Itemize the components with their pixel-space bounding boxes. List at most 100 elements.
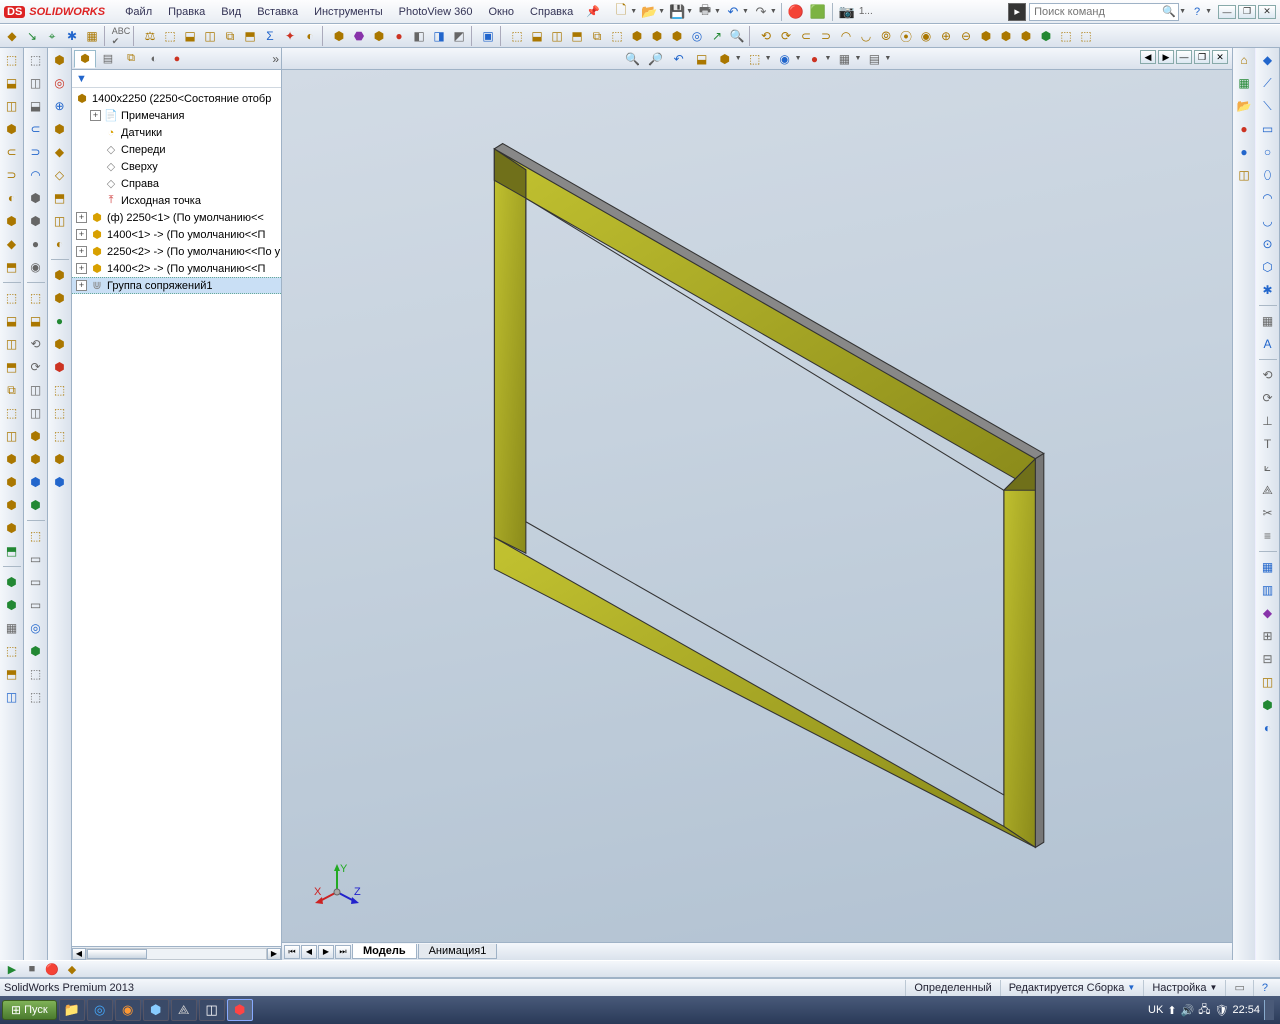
tool-icon[interactable]: ⬚ [161,27,179,45]
vtool-icon[interactable]: ⬡ [1258,257,1278,277]
fm-tab-tree[interactable]: ⬢ [74,50,96,68]
tool-icon[interactable]: ⬓ [181,27,199,45]
tree-row[interactable]: +⬢1400<1> -> (По умолчанию<<П [72,226,281,243]
spell-check-icon[interactable]: ABC✔ [112,27,130,45]
3d-viewport[interactable]: Y X Z [282,70,1232,942]
dropdown-arrow-icon[interactable]: ▼ [825,55,832,62]
vtool-icon[interactable]: ◎ [50,73,70,93]
vtool-icon[interactable]: ▥ [1258,580,1278,600]
dropdown-arrow-icon[interactable]: ▼ [854,55,861,62]
tray-network-icon[interactable]: 🖧 [1198,1001,1210,1020]
tree-row[interactable]: +📄Примечания [72,107,281,124]
vtool-icon[interactable]: ◫ [2,334,22,354]
tool-icon[interactable]: ⊖ [957,27,975,45]
tool-icon[interactable]: ◎ [688,27,706,45]
fm-tab-render[interactable]: ● [166,50,188,68]
vtool-icon[interactable]: ⬚ [50,380,70,400]
vtool-icon[interactable]: ⟲ [26,334,46,354]
vtool-icon[interactable]: ⬓ [2,73,22,93]
tool-icon[interactable]: ⧉ [588,27,606,45]
vtool-icon[interactable]: ⊂ [2,142,22,162]
vtool-icon[interactable]: ⬢ [2,211,22,231]
maximize-button[interactable]: ❐ [1238,5,1256,19]
tool-icon[interactable]: ↘ [23,27,41,45]
vtool-icon[interactable]: ⊥ [1258,411,1278,431]
vtool-icon[interactable]: ⬢ [26,211,46,231]
tray-show-desktop[interactable] [1264,1000,1274,1020]
vtool-icon[interactable]: ⬓ [2,311,22,331]
home-icon[interactable]: ⌂ [1234,50,1254,70]
vtool-icon[interactable]: ⬢ [26,641,46,661]
menu-edit[interactable]: Правка [160,4,213,20]
menu-help[interactable]: Справка [522,4,581,20]
tool-icon[interactable]: ⧉ [221,27,239,45]
vtool-icon[interactable]: ⬢ [2,595,22,615]
tool-icon[interactable]: ◧ [410,27,428,45]
status-unit-icon[interactable]: ▭ [1225,980,1252,996]
vtool-icon[interactable]: ⬢ [2,119,22,139]
vtool-icon[interactable]: ⬢ [50,472,70,492]
vtool-icon[interactable]: ⟲ [1258,365,1278,385]
tree-row[interactable]: +⋓Группа сопряжений1 [72,277,281,294]
vtool-icon[interactable]: ⬒ [2,664,22,684]
vtool-icon[interactable]: ⬚ [2,641,22,661]
fm-tab-property[interactable]: ▤ [97,50,119,68]
vtool-icon[interactable]: ⬚ [50,403,70,423]
doc-maximize-button[interactable]: ❐ [1194,50,1210,64]
vtool-icon[interactable]: ◫ [2,426,22,446]
vtool-icon[interactable]: ⊃ [26,142,46,162]
tool-icon[interactable]: ⦿ [897,27,915,45]
vtool-icon[interactable]: ⬢ [1258,695,1278,715]
vtool-icon[interactable]: ◫ [26,73,46,93]
vtool-icon[interactable]: ◫ [1234,165,1254,185]
menu-view[interactable]: Вид [213,4,249,20]
key-button[interactable]: ◆ [64,962,80,976]
tool-icon[interactable]: ⌖ [43,27,61,45]
tool-icon[interactable]: ✦ [281,27,299,45]
menu-window[interactable]: Окно [480,4,522,20]
vtool-icon[interactable]: ⧉ [2,380,22,400]
vtool-icon[interactable]: ⟳ [26,357,46,377]
expand-icon[interactable]: + [76,229,87,240]
vtool-icon[interactable]: ◫ [26,380,46,400]
tray-clock[interactable]: 22:54 [1232,1004,1260,1016]
minimize-button[interactable]: — [1218,5,1236,19]
zoom-fit-icon[interactable]: 🔍 [623,50,643,68]
tool-icon[interactable]: ◫ [548,27,566,45]
redo-button[interactable]: ↷ [751,2,771,22]
tool-icon[interactable]: ⬢ [370,27,388,45]
vtool-icon[interactable]: ⬢ [26,188,46,208]
tree-row[interactable]: ◔Датчики [72,124,281,141]
vtool-icon[interactable]: ◡ [1258,211,1278,231]
tool-icon[interactable]: 🔍 [728,27,746,45]
vtool-icon[interactable]: ⟍ [1258,96,1278,116]
scene-icon[interactable]: ▦ [834,50,854,68]
rebuild-button[interactable]: 🟩 [808,2,828,22]
vtool-icon[interactable]: ⬢ [26,495,46,515]
status-custom[interactable]: Настройка ▼ [1143,980,1225,996]
dropdown-arrow-icon[interactable]: ▼ [770,8,777,15]
taskbar-app[interactable]: ⬢ [143,999,169,1021]
vtool-icon[interactable]: ◫ [50,211,70,231]
vtool-icon[interactable]: ⊃ [2,165,22,185]
vtool-icon[interactable]: ⬚ [26,50,46,70]
tool-icon[interactable]: ◨ [430,27,448,45]
vtool-icon[interactable]: ⬢ [2,518,22,538]
vtool-icon[interactable]: ▭ [1258,119,1278,139]
vtool-icon[interactable]: ◐ [1258,718,1278,738]
lang-indicator[interactable]: UK [1148,1004,1163,1016]
tool-icon[interactable]: ⬢ [997,27,1015,45]
tool-icon[interactable]: ⬚ [508,27,526,45]
vtool-icon[interactable]: ✂ [1258,503,1278,523]
tray-shield-icon[interactable]: 🛡 [1215,1004,1229,1017]
tool-icon[interactable]: ⬚ [608,27,626,45]
scroll-right-button[interactable]: ▶ [267,948,281,960]
vtool-icon[interactable]: ◆ [2,234,22,254]
vtool-icon[interactable]: ⊟ [1258,649,1278,669]
dropdown-arrow-icon[interactable]: ▼ [686,8,693,15]
vtool-icon[interactable]: ⬓ [26,311,46,331]
text-icon[interactable]: A [1258,334,1278,354]
vtool-icon[interactable]: ⬢ [26,426,46,446]
vtool-icon[interactable]: ⬒ [2,357,22,377]
tool-icon[interactable]: ⟲ [757,27,775,45]
